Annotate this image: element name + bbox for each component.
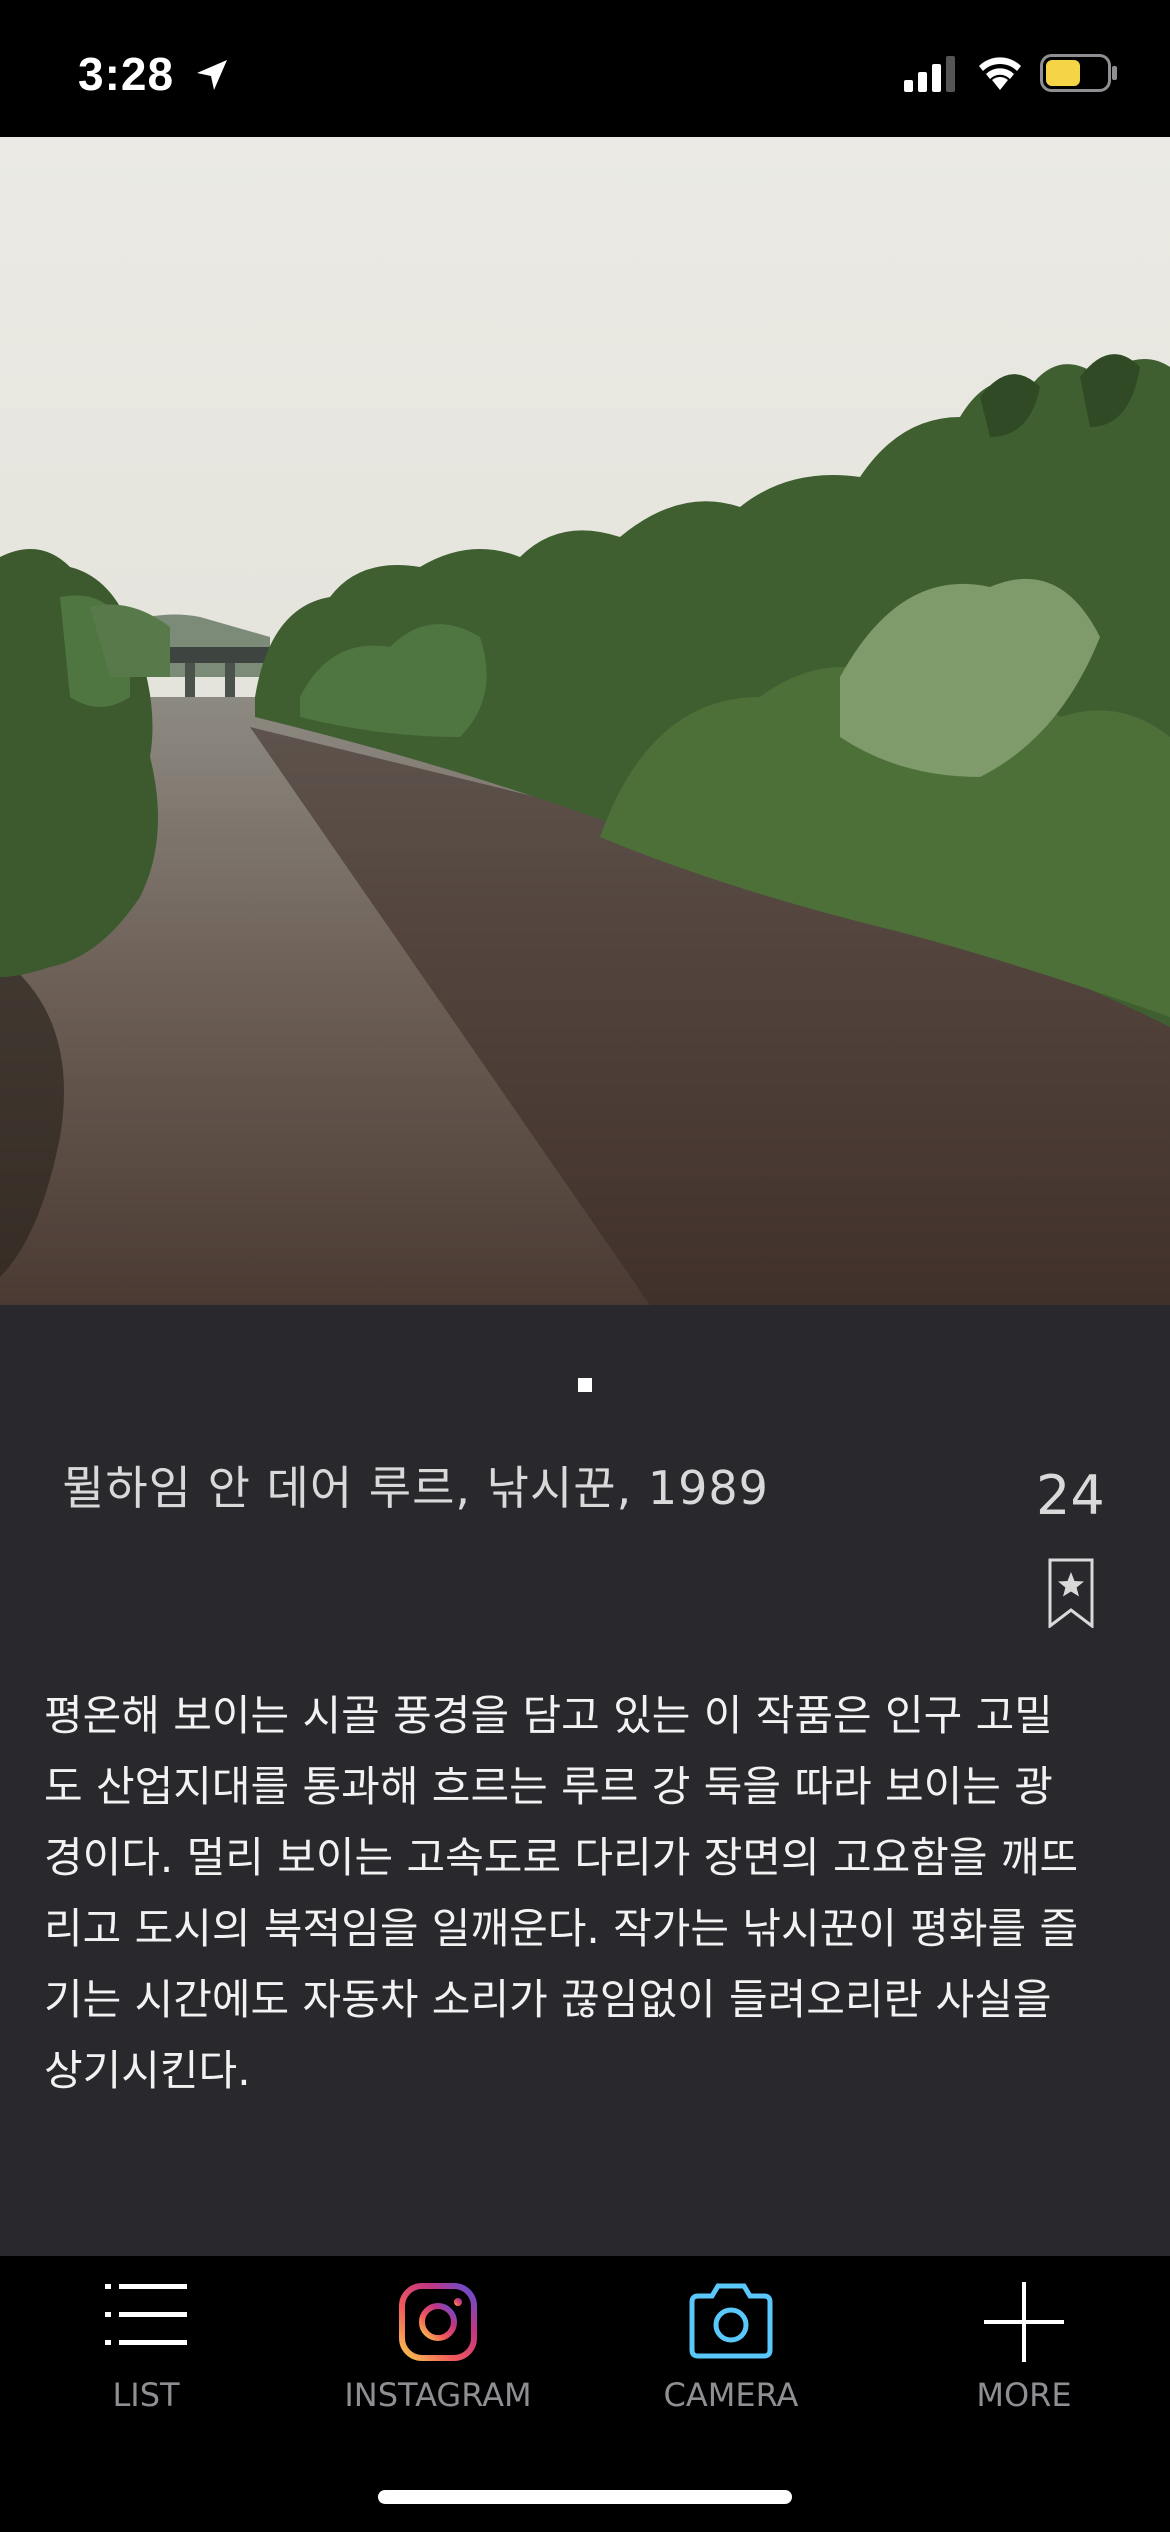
tab-instagram[interactable]: INSTAGRAM	[292, 2256, 584, 2456]
tab-more-label: MORE	[976, 2376, 1072, 2414]
location-arrow-icon	[197, 60, 227, 90]
camera-icon	[689, 2283, 773, 2359]
plus-icon	[984, 2282, 1064, 2362]
wifi-icon	[979, 57, 1021, 90]
home-indicator[interactable]	[378, 2490, 792, 2504]
instagram-icon	[399, 2283, 477, 2361]
tab-instagram-label: INSTAGRAM	[344, 2376, 532, 2414]
status-bar: 3:28	[0, 0, 1170, 137]
battery-icon	[1040, 54, 1117, 92]
list-icon	[105, 2284, 187, 2345]
bookmark-count: 24	[1036, 1464, 1105, 1527]
artwork-photo[interactable]	[0, 137, 1170, 1305]
tab-camera[interactable]: CAMERA	[585, 2256, 877, 2456]
tab-more[interactable]: MORE	[878, 2256, 1170, 2456]
artwork-description: 평온해 보이는 시골 풍경을 담고 있는 이 작품은 인구 고밀도 산업지대를 …	[44, 1691, 1079, 2095]
cellular-signal-icon	[904, 56, 955, 92]
bookmark-star-icon[interactable]	[1048, 1558, 1094, 1628]
tab-list[interactable]: LIST	[0, 2256, 292, 2456]
artwork-caption: 뮐하임 안 데어 루르, 낚시꾼, 1989	[62, 1461, 769, 1515]
tab-camera-label: CAMERA	[663, 2376, 799, 2414]
tab-list-label: LIST	[112, 2376, 180, 2414]
page-indicator-dot[interactable]	[578, 1378, 592, 1392]
status-time: 3:28	[78, 48, 175, 100]
